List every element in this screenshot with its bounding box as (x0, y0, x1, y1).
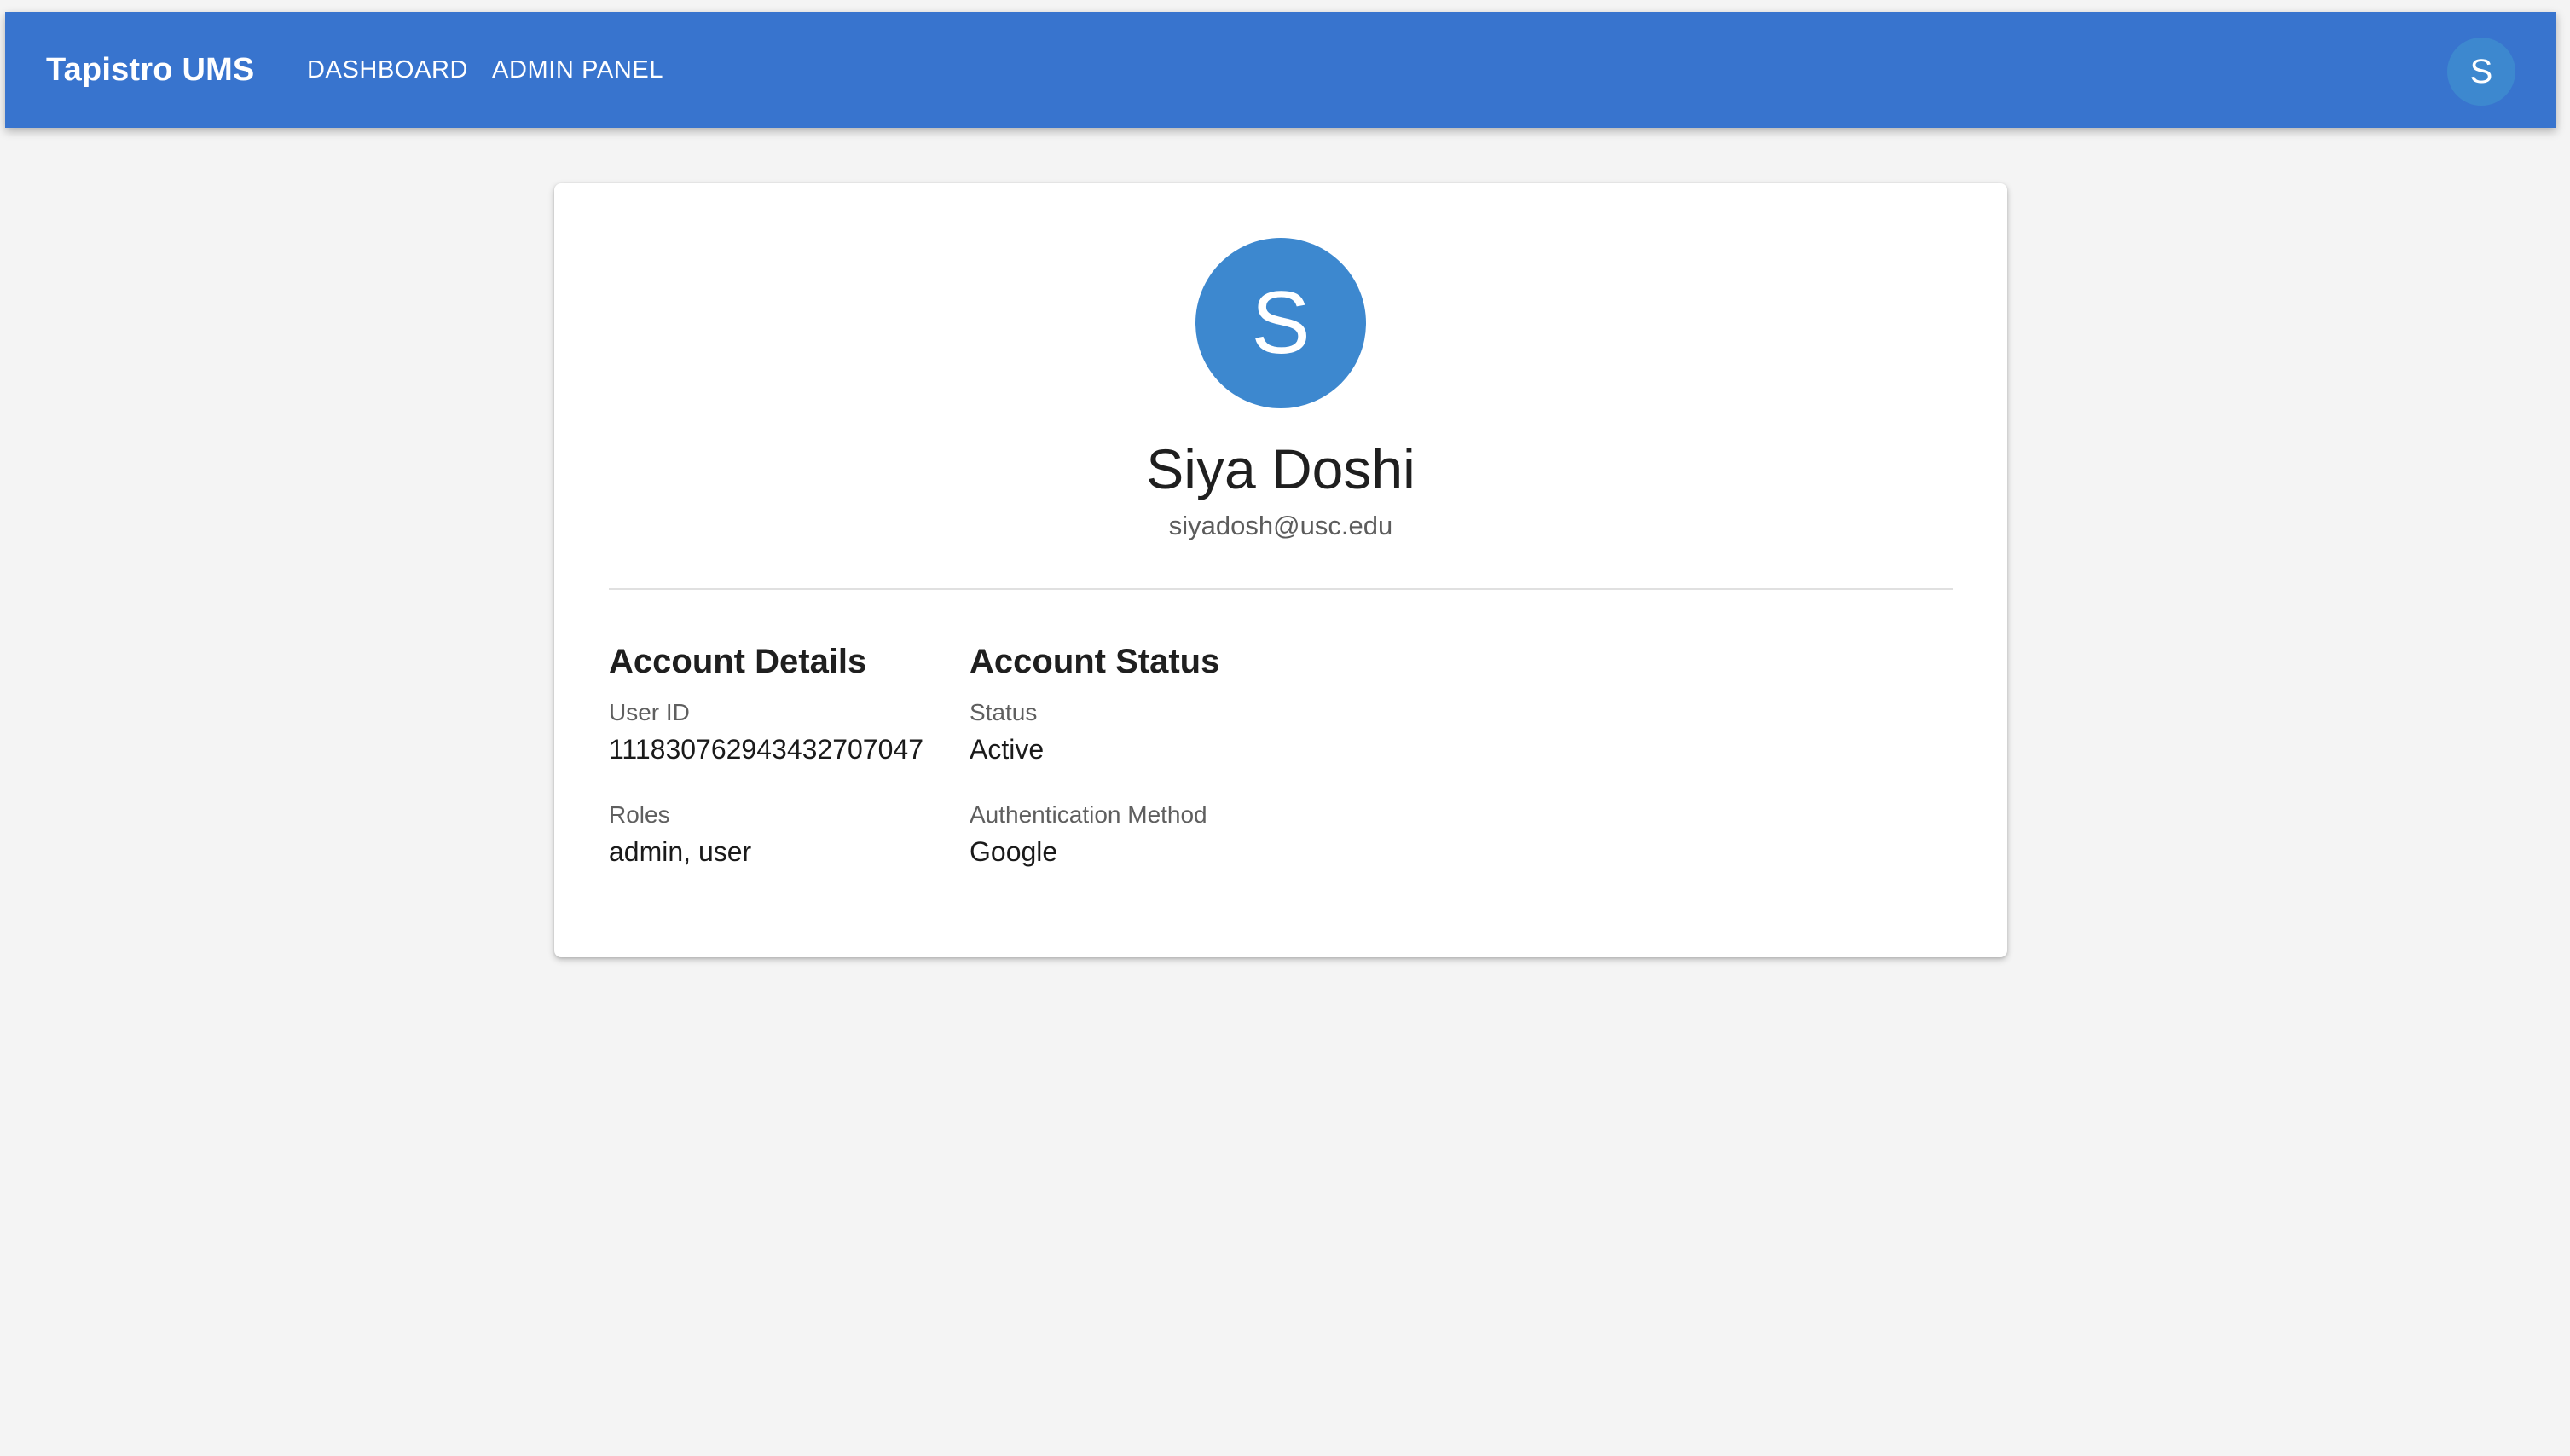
profile-avatar: S (1195, 238, 1366, 408)
section-divider (609, 588, 1953, 590)
nav-dashboard-link[interactable]: DASHBOARD (307, 12, 468, 128)
app-bar: Tapistro UMS DASHBOARD ADMIN PANEL S (5, 12, 2556, 128)
roles-label: Roles (609, 801, 670, 828)
nav-admin-panel-link[interactable]: ADMIN PANEL (492, 12, 663, 128)
profile-email: siyadosh@usc.edu (1168, 511, 1393, 540)
account-status-heading: Account Status (970, 643, 1220, 680)
profile-card: S Siya Doshi siyadosh@usc.edu Account De… (554, 183, 2007, 957)
auth-method-label: Authentication Method (970, 801, 1207, 828)
user-menu-avatar[interactable]: S (2447, 38, 2515, 106)
user-id-label: User ID (609, 699, 690, 725)
account-status-section: Account Status Status Active Authenticat… (970, 639, 1219, 870)
profile-name: Siya Doshi (1146, 437, 1415, 500)
user-id-value: 111830762943432707047 (609, 734, 923, 765)
app-brand[interactable]: Tapistro UMS (46, 12, 254, 128)
account-details-section: Account Details User ID 1118307629434327… (609, 639, 923, 870)
roles-value: admin, user (609, 836, 752, 867)
auth-method-value: Google (970, 836, 1058, 867)
status-value: Active (970, 734, 1045, 765)
account-details-heading: Account Details (609, 643, 867, 680)
status-label: Status (970, 699, 1038, 725)
